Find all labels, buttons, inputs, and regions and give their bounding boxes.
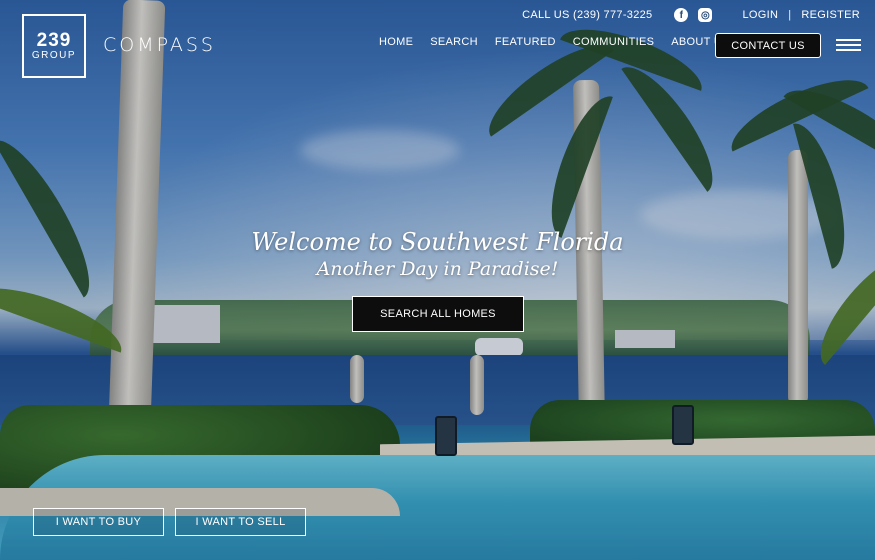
menu-line (836, 49, 861, 51)
instagram-icon[interactable]: ◎ (698, 8, 713, 22)
utility-bar: CALL US (239) 777-3225 f ◎ LOGIN | REGIS… (522, 8, 860, 22)
nav-communities[interactable]: COMMUNITIES (573, 36, 655, 48)
want-to-sell-button[interactable]: I WANT TO SELL (175, 508, 306, 536)
hero-headline: Welcome to Southwest Florida (251, 228, 624, 256)
want-to-buy-button[interactable]: I WANT TO BUY (33, 508, 164, 536)
nav-search[interactable]: SEARCH (430, 36, 478, 48)
hero-subline: Another Day in Paradise! (316, 258, 559, 280)
menu-line (836, 44, 861, 46)
menu-line (836, 39, 861, 41)
separator: | (788, 9, 792, 21)
hamburger-menu-icon[interactable] (836, 39, 861, 51)
nav-home[interactable]: HOME (379, 36, 413, 48)
logo-word: GROUP (31, 49, 77, 61)
logo-239-group[interactable]: 239 GROUP (22, 14, 86, 78)
logo-number: 239 (36, 29, 72, 51)
main-nav: HOME SEARCH FEATURED COMMUNITIES ABOUT U… (379, 36, 730, 48)
compass-logo[interactable]: COMPASS (103, 34, 216, 56)
search-all-homes-button[interactable]: SEARCH ALL HOMES (352, 296, 524, 332)
register-link[interactable]: REGISTER (801, 9, 860, 21)
nav-featured[interactable]: FEATURED (495, 36, 556, 48)
hero-section: CALL US (239) 777-3225 f ◎ LOGIN | REGIS… (0, 0, 875, 560)
image-overlay (0, 0, 875, 560)
login-link[interactable]: LOGIN (742, 9, 778, 21)
contact-us-button[interactable]: CONTACT US (715, 33, 821, 58)
phone-link[interactable]: CALL US (239) 777-3225 (522, 9, 652, 21)
facebook-icon[interactable]: f (674, 8, 689, 22)
